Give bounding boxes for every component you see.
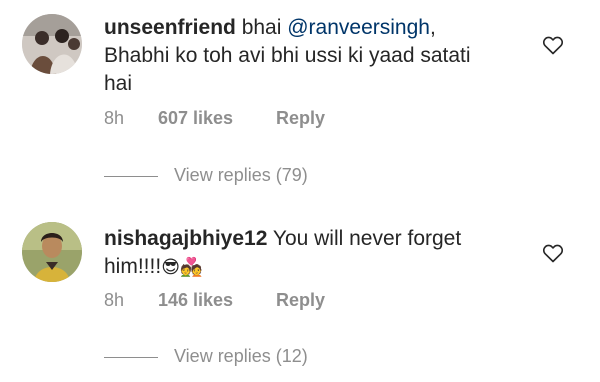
comment-text-part: You will never forget <box>267 227 462 250</box>
likes-count[interactable]: 146 likes <box>158 290 276 311</box>
sunglasses-emoji: 😎 <box>161 257 180 277</box>
avatar[interactable] <box>22 222 82 282</box>
view-replies-button[interactable]: View replies (12) <box>174 346 308 367</box>
avatar-photo <box>22 222 82 282</box>
comment-text: nishagajbhiye12 You will never forget hi… <box>104 225 544 281</box>
heart-outline-icon <box>542 244 564 263</box>
comment-username[interactable]: nishagajbhiye12 <box>104 227 267 250</box>
comment-2: nishagajbhiye12 You will never forget hi… <box>0 0 600 382</box>
replies-divider <box>104 357 158 358</box>
comment-text-line: him!!!! <box>104 255 162 278</box>
like-button[interactable] <box>541 241 565 265</box>
comment-time: 8h <box>104 290 125 310</box>
reply-button[interactable]: Reply <box>276 290 325 311</box>
couple-emoji: 💑 <box>179 257 203 277</box>
comment-meta: 8h 146 likes Reply <box>104 290 325 311</box>
